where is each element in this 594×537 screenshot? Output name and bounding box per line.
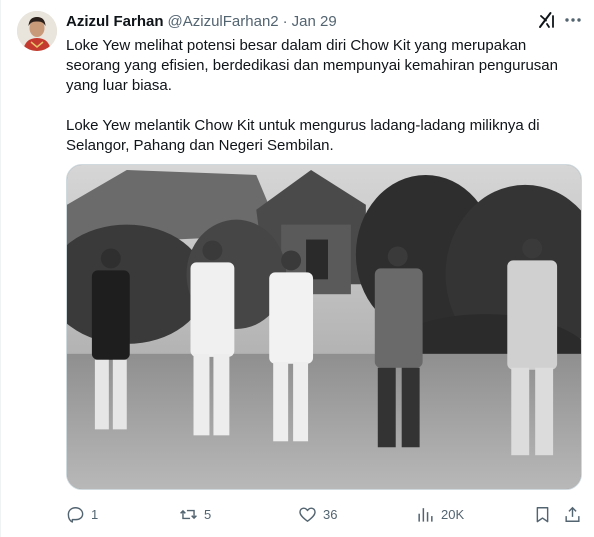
views-button[interactable]: 20K (416, 501, 464, 527)
views-count: 20K (441, 506, 465, 522)
tweet[interactable]: Azizul Farhan @AzizulFarhan2 · Jan 29 Lo… (0, 0, 594, 537)
repost-icon (179, 505, 198, 524)
timeline-rail (0, 0, 1, 537)
reply-count: 1 (91, 506, 99, 522)
reply-button[interactable]: 1 (66, 501, 98, 527)
grok-icon[interactable] (537, 10, 557, 30)
repost-button[interactable]: 5 (179, 501, 211, 527)
user-handle[interactable]: @AzizulFarhan2 (168, 13, 279, 30)
repost-count: 5 (204, 506, 212, 522)
share-button[interactable] (563, 501, 582, 527)
tweet-paragraph-1: Loke Yew melihat potensi besar dalam dir… (66, 37, 563, 94)
tweet-date[interactable]: Jan 29 (292, 13, 337, 30)
like-button[interactable]: 36 (298, 501, 337, 527)
reply-icon (66, 505, 85, 524)
like-count: 36 (323, 506, 338, 522)
bookmark-button[interactable] (533, 501, 552, 527)
separator-dot: · (282, 12, 288, 30)
more-icon[interactable] (563, 10, 583, 30)
tweet-photo[interactable] (66, 164, 582, 490)
views-icon (416, 505, 435, 524)
share-icon (563, 505, 582, 524)
bookmark-icon (533, 505, 552, 524)
avatar[interactable] (17, 11, 57, 51)
tweet-text: Loke Yew melihat potensi besar dalam dir… (66, 36, 581, 156)
tweet-paragraph-2: Loke Yew melantik Chow Kit untuk menguru… (66, 117, 544, 154)
display-name[interactable]: Azizul Farhan (66, 13, 164, 30)
tweet-actions: 1 5 36 20K (66, 501, 586, 527)
tweet-header: Azizul Farhan @AzizulFarhan2 · Jan 29 (66, 11, 337, 31)
heart-icon (298, 505, 317, 524)
